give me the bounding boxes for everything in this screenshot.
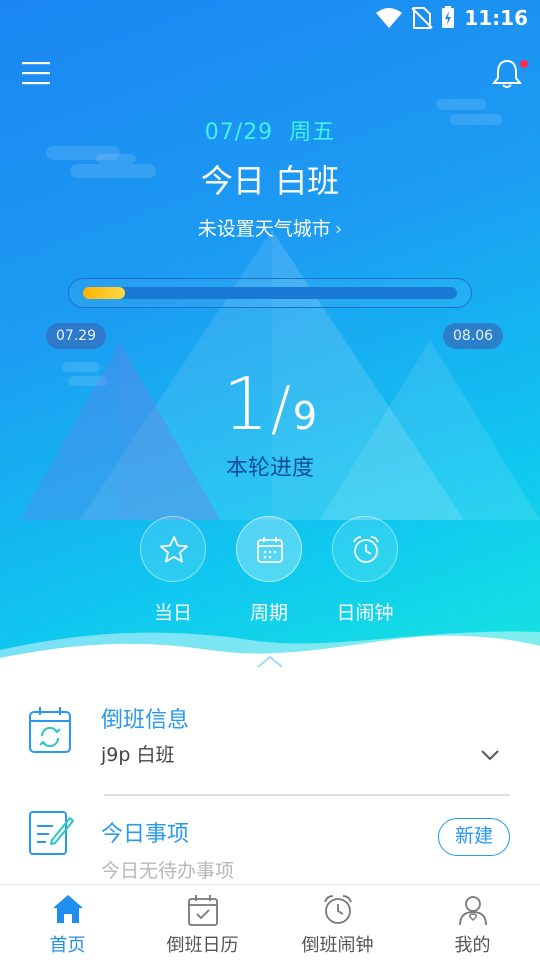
tab-profile-label: 我的 <box>454 935 491 956</box>
status-time: 11:16 <box>464 6 528 30</box>
today-items-title: 今日事项 <box>101 822 190 847</box>
date-line: 07/29 周五 <box>0 114 540 146</box>
today-label: 当日 <box>153 602 192 624</box>
chevron-right-icon: › <box>334 218 343 240</box>
star-icon <box>160 536 188 563</box>
day-alarm-button[interactable] <box>332 516 398 582</box>
cycle-current: 1 <box>222 362 269 446</box>
cycle-count: 1/9 <box>0 362 540 446</box>
day-alarm-label: 日闹钟 <box>336 602 394 624</box>
shift-info-title: 倒班信息 <box>101 708 190 733</box>
cycle-label: 本轮进度 <box>225 456 314 481</box>
weather-city-link[interactable]: 未设置天气城市 › <box>0 214 540 241</box>
status-icons <box>376 6 456 34</box>
weekday-text: 周五 <box>289 120 336 145</box>
calendar-refresh-icon <box>29 707 71 753</box>
alarm-clock-icon <box>323 895 352 924</box>
new-item-button[interactable]: 新建 <box>438 818 510 856</box>
user-icon <box>458 896 487 926</box>
cycle-label-button: 周期 <box>249 602 288 624</box>
shift-title: 今日 白班 <box>200 162 340 200</box>
chevron-up-icon[interactable] <box>256 654 284 670</box>
hamburger-menu-icon <box>22 62 50 85</box>
date-text: 07/29 <box>204 120 274 145</box>
tab-shift-calendar-label: 倒班日历 <box>166 935 239 956</box>
tab-shift-alarm-label: 倒班闹钟 <box>301 935 374 956</box>
menu-button[interactable] <box>22 60 52 86</box>
divider <box>104 794 510 796</box>
no-sim-icon <box>411 7 433 29</box>
home-icon <box>52 895 83 923</box>
tab-shift-calendar[interactable]: 倒班日历 <box>135 885 270 960</box>
today-button[interactable] <box>140 516 206 582</box>
cycle-separator: / <box>270 374 291 444</box>
cycle-end-date: 08.06 <box>443 323 504 349</box>
hero-panel: 11:16 07/29 周五 今日 白班 未设置天气城市 › 07.29 08.0… <box>0 0 540 680</box>
cycle-progress-bar <box>68 278 472 308</box>
tab-home[interactable]: 首页 <box>0 885 135 960</box>
bell-icon <box>491 59 523 88</box>
status-bar: 11:16 <box>0 0 540 36</box>
edit-note-icon <box>29 811 74 855</box>
today-items-subtitle: 今日无待办事项 <box>101 860 235 882</box>
progress-track-inner <box>83 287 457 299</box>
bottom-tab-bar: 首页 倒班日历 倒班闹钟 我的 <box>0 884 540 960</box>
wifi-icon <box>376 8 402 28</box>
calendar-icon <box>257 537 283 563</box>
shift-info-subtitle: j9p 白班 <box>101 744 175 766</box>
calendar-check-icon <box>187 895 218 926</box>
tab-profile[interactable]: 我的 <box>405 885 540 960</box>
chevron-down-icon[interactable] <box>480 748 500 762</box>
cycle-total: 9 <box>292 394 318 438</box>
notification-dot <box>520 60 528 68</box>
tab-shift-alarm[interactable]: 倒班闹钟 <box>270 885 405 960</box>
cycle-button[interactable] <box>236 516 302 582</box>
weather-city-label: 未设置天气城市 <box>197 218 331 240</box>
tab-home-label: 首页 <box>49 935 86 956</box>
battery-charging-icon <box>442 6 454 28</box>
notification-button[interactable] <box>490 56 524 90</box>
alarm-clock-icon <box>353 536 379 563</box>
progress-fill <box>83 287 125 299</box>
cycle-start-date: 07.29 <box>46 323 107 349</box>
